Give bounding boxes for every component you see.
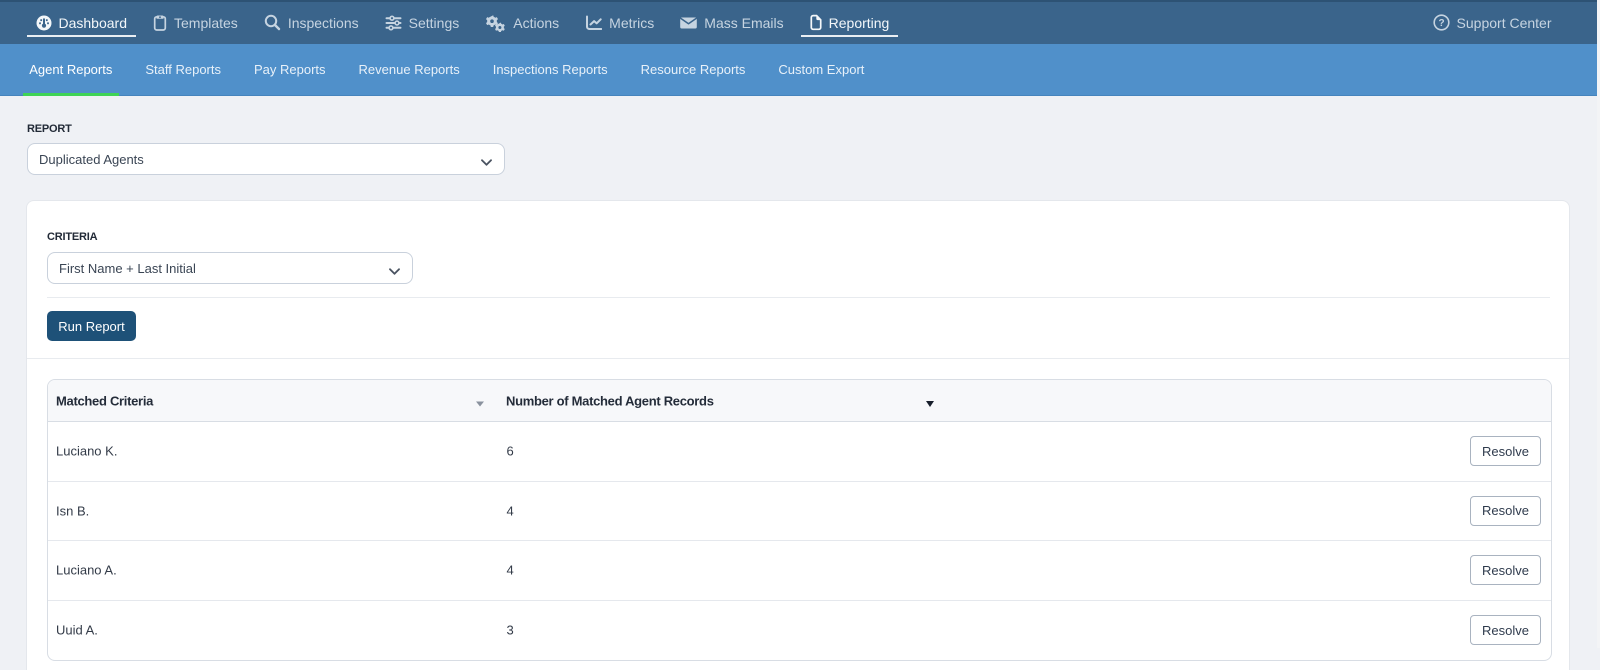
svg-text:?: ? (1438, 18, 1444, 29)
